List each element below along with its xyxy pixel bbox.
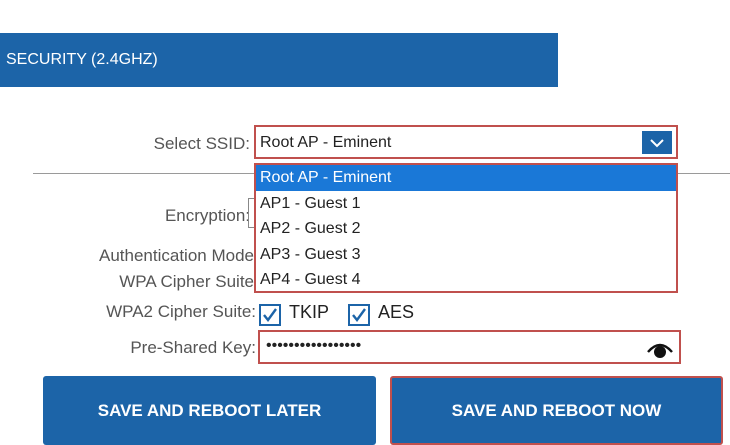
ssid-selected-value: Root AP - Eminent xyxy=(260,134,392,151)
psk-label: Pre-Shared Key: xyxy=(130,338,256,357)
encryption-label: Encryption: xyxy=(164,206,250,225)
psk-input[interactable]: ••••••••••••••••• xyxy=(258,330,681,364)
save-reboot-now-button[interactable]: SAVE AND REBOOT NOW xyxy=(390,376,723,445)
auth-mode-label: Authentication Mode xyxy=(99,246,254,265)
ssid-option[interactable]: AP1 - Guest 1 xyxy=(256,191,676,217)
wpa2-cipher-label: WPA2 Cipher Suite: xyxy=(106,302,256,321)
ssid-dropdown-list[interactable]: Root AP - Eminent AP1 - Guest 1 AP2 - Gu… xyxy=(254,163,678,293)
check-icon xyxy=(352,308,366,322)
tkip-label: TKIP xyxy=(289,302,330,322)
security-settings-page: SECURITY (2.4GHZ) Select SSID: Root AP -… xyxy=(0,0,730,445)
chevron-down-icon[interactable] xyxy=(642,131,672,154)
ssid-option[interactable]: AP3 - Guest 3 xyxy=(256,242,676,268)
wpa-cipher-label: WPA Cipher Suite xyxy=(119,272,254,291)
section-title: SECURITY (2.4GHZ) xyxy=(6,51,158,68)
tkip-checkbox[interactable] xyxy=(259,304,281,326)
check-icon xyxy=(263,308,277,322)
aes-label: AES xyxy=(378,302,415,322)
section-header: SECURITY (2.4GHZ) xyxy=(0,33,558,87)
ssid-option[interactable]: Root AP - Eminent xyxy=(256,165,676,191)
psk-value: ••••••••••••••••• xyxy=(266,337,362,354)
eye-icon[interactable] xyxy=(647,338,673,360)
ssid-label: Select SSID: xyxy=(153,134,250,153)
ssid-option[interactable]: AP2 - Guest 2 xyxy=(256,216,676,242)
ssid-option[interactable]: AP4 - Guest 4 xyxy=(256,267,676,291)
save-reboot-later-button[interactable]: SAVE AND REBOOT LATER xyxy=(43,376,376,445)
ssid-select[interactable]: Root AP - Eminent xyxy=(254,125,678,159)
aes-checkbox[interactable] xyxy=(348,304,370,326)
